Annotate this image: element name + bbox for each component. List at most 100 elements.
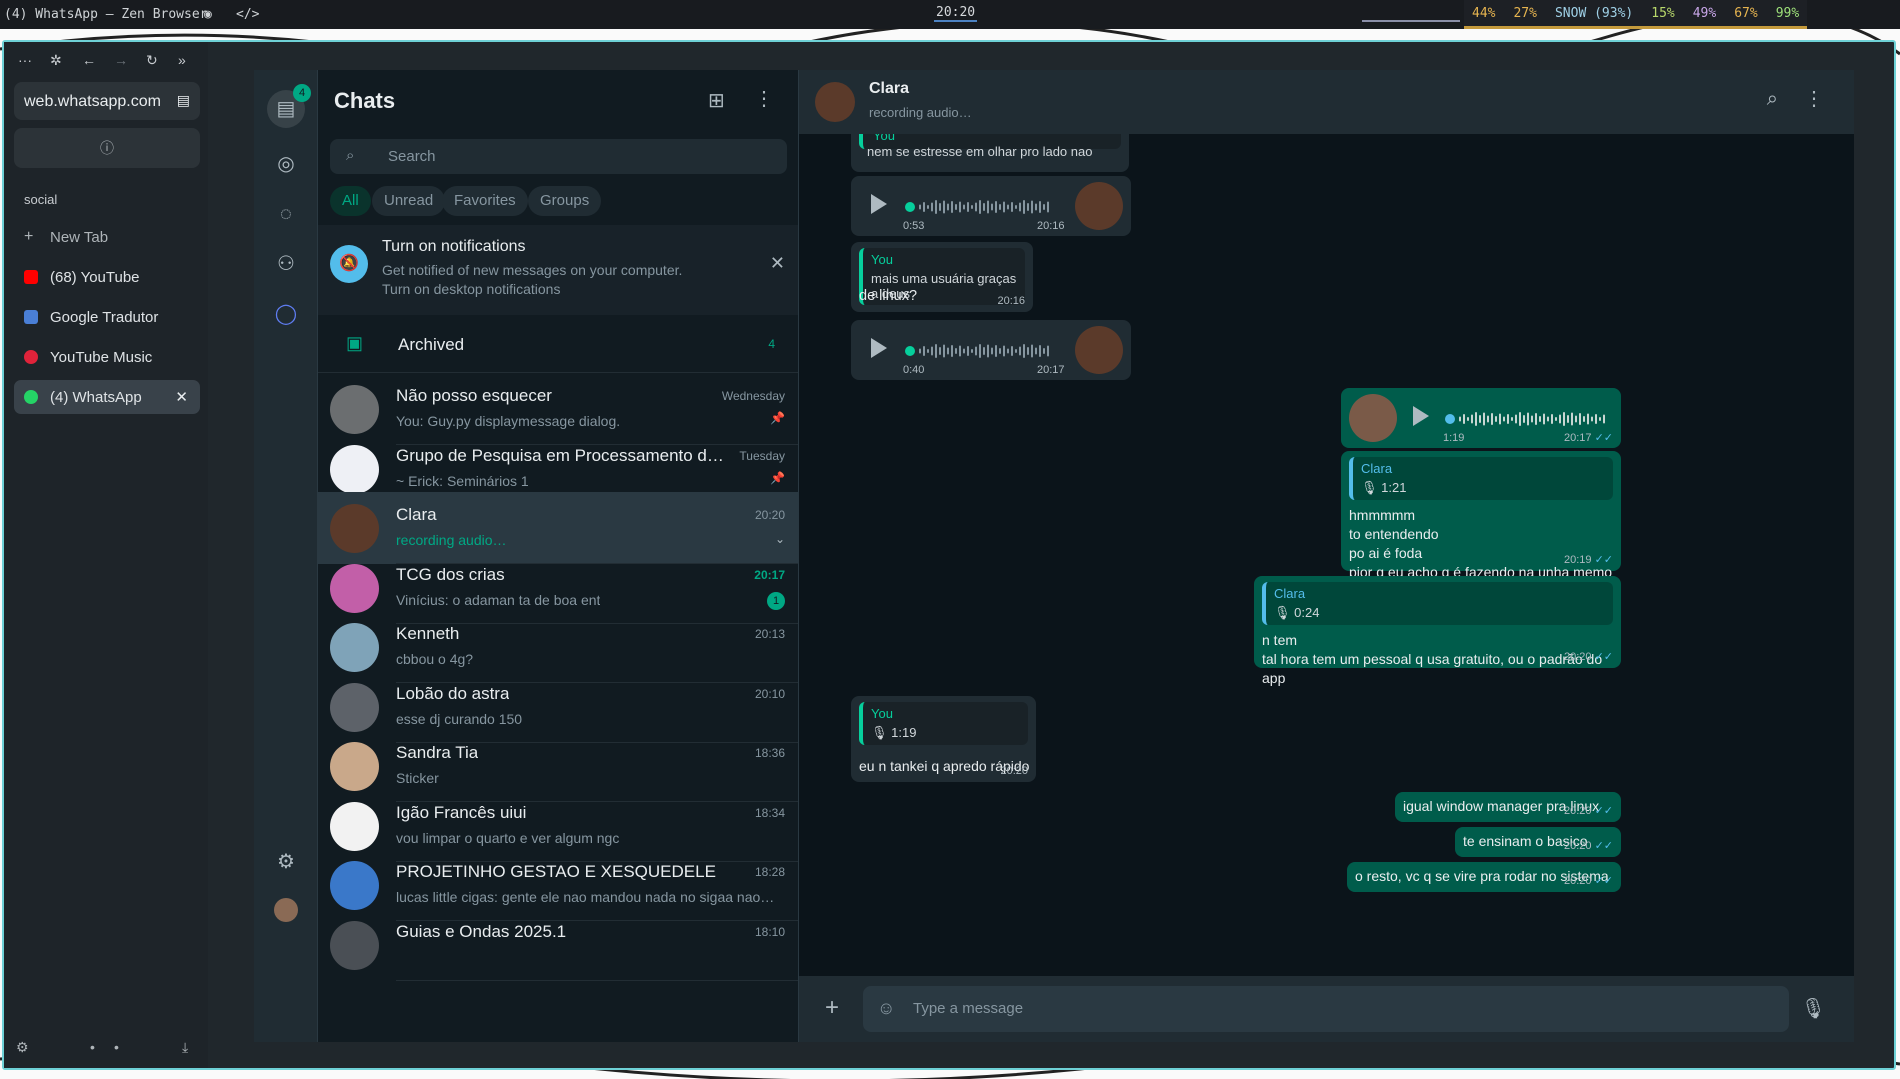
gpu-stat: 15% [1651,5,1675,21]
cpu-stat: 44% [1472,5,1496,21]
chat-preview: cbbou o 4g? [396,651,474,667]
chevron-down-icon[interactable]: ⌄ [775,532,785,546]
tab-label: (68) YouTube [50,269,140,286]
play-icon[interactable] [871,338,887,358]
close-icon[interactable]: ✕ [770,253,785,274]
search-icon[interactable]: ⌕ [1767,88,1778,111]
play-icon[interactable] [871,194,887,214]
chat-avatar [330,742,379,791]
chat-preview: vou limpar o quarto e ver algum ngc [396,829,620,846]
message-bubble: te ensinam o basico 20:20 ✓✓ [1455,827,1621,857]
chat-name: Não posso esquecer [396,386,552,405]
contact-avatar[interactable] [815,82,855,122]
settings-icon[interactable]: ⚙ [274,850,298,874]
status-icon[interactable]: ◎ [274,152,298,176]
tab-youtube-music[interactable]: YouTube Music [14,340,200,374]
whatsapp-icon [24,390,38,404]
search-icon: ⌕ [346,147,355,164]
conversation-header[interactable]: Clara recording audio… ⌕ ⋮ [799,70,1854,134]
chats-icon[interactable]: ▤ 4 [267,84,311,128]
chat-time: 18:28 [754,865,785,879]
message-line: hmmmmm [1349,507,1416,523]
reader-icon[interactable]: ▤ [177,92,190,109]
menu-icon[interactable]: ⋮ [1804,86,1824,111]
extensions-icon[interactable]: ✲ [50,52,62,69]
message-time: 20:20 ✓✓ [1563,840,1613,852]
message-time: 20:20 ✓✓ [1563,875,1613,887]
message-time: 20:17 [1037,364,1065,376]
tab-label: Google Tradutor [50,309,159,326]
unread-badge: 4 [293,84,311,102]
brightness-stat: 67% [1734,5,1758,21]
chat-avatar [330,385,379,434]
bell-off-icon: 🔕 [330,245,368,283]
nav-rail: ▤ 4 ◎ ◌ ⚇ ◯ ⚙ [254,70,318,1042]
new-tab-button[interactable]: + New Tab [14,220,200,254]
youtube-icon [24,270,38,284]
tab-whatsapp[interactable]: (4) WhatsApp ✕ [14,380,200,414]
site-info-button[interactable]: ⓘ [14,128,200,168]
workspace-dot-icon[interactable]: • [90,1039,95,1055]
sticker-icon[interactable]: ☺ [877,998,895,1019]
tab-google-tradutor[interactable]: Google Tradutor [14,300,200,334]
notification-link[interactable]: Turn on desktop notifications [382,281,560,297]
archived-row[interactable]: ▣ Archived 4 [318,315,798,373]
headphone-stat: 27% [1513,5,1537,21]
message-line: to entendendo [1349,526,1439,542]
chat-time: 20:13 [754,627,785,641]
close-tab-icon[interactable]: ✕ [175,388,188,406]
message-bubble: You nem se estresse em olhar pro lado na… [851,134,1129,172]
mic-icon[interactable]: 🎙 [1801,996,1826,1021]
chat-time: 20:20 [754,508,785,522]
filter-groups[interactable]: Groups [528,186,602,216]
reload-icon[interactable]: ↻ [146,52,158,69]
url-bar[interactable]: web.whatsapp.com ▤ [14,82,200,120]
profile-avatar[interactable] [274,898,298,922]
unread-badge: 1 [767,591,785,610]
chat-time: Wednesday [721,389,785,403]
message-input[interactable]: ☺ Type a message [863,986,1789,1032]
chat-avatar [330,920,379,970]
filter-unread[interactable]: Unread [372,186,446,216]
chat-avatar [330,682,379,732]
more-icon[interactable]: ··· [18,52,32,68]
system-monitor: 44% 27% SNOW (93%) 15% 49% 67% 99% [1464,0,1808,29]
chat-time: 18:34 [754,805,785,820]
tab-label: (4) WhatsApp [50,389,142,406]
search-input[interactable]: ⌕ Search [330,139,787,174]
chat-name: Kenneth [396,624,460,643]
overflow-icon[interactable]: » [178,52,186,68]
attach-plus-icon[interactable]: + [825,994,839,1022]
ram-stat: 49% [1692,5,1717,21]
meta-ai-icon[interactable]: ◯ [274,302,298,326]
chat-name: Sandra Tia [396,743,479,762]
new-chat-icon[interactable]: ⊞ [708,88,725,113]
tab-label: YouTube Music [50,349,153,366]
battery-stat: 99% [1775,5,1800,21]
voice-duration: 1:19 [1443,432,1465,444]
filter-all[interactable]: All [330,186,371,216]
chat-name: Clara [396,505,437,524]
message-time: 20:16 [1037,220,1065,232]
back-icon[interactable]: ← [82,52,96,68]
download-icon[interactable]: ⤓ [182,1039,188,1056]
chat-preview: recording audio… [396,532,507,548]
workspace-dot-icon[interactable]: • [114,1039,119,1055]
whatsapp-app: ▤ 4 ◎ ◌ ⚇ ◯ ⚙ Chats ⊞ ⋮ ⌕ Search All Unr… [254,70,1854,1042]
settings-icon[interactable]: ⚙ [16,1039,29,1055]
chat-name: Guias e Ondas 2025.1 [396,921,567,941]
chat-row[interactable]: Guias e Ondas 2025.1 18:10 [318,909,798,981]
workspace-label: social [24,192,58,207]
info-icon: ⓘ [100,140,114,156]
tab-youtube[interactable]: (68) YouTube [14,260,200,294]
chat-time: 20:17 [754,567,785,582]
channels-icon[interactable]: ◌ [274,202,298,226]
browser-sidebar: ··· ✲ ← → ↻ » web.whatsapp.com ▤ ⓘ socia… [4,42,208,1068]
filter-favorites[interactable]: Favorites [442,186,528,216]
play-icon[interactable] [1413,406,1429,426]
communities-icon[interactable]: ⚇ [274,252,298,276]
chat-avatar [330,861,379,910]
chat-avatar [330,563,379,613]
forward-icon[interactable]: → [114,52,128,68]
menu-icon[interactable]: ⋮ [754,86,774,111]
